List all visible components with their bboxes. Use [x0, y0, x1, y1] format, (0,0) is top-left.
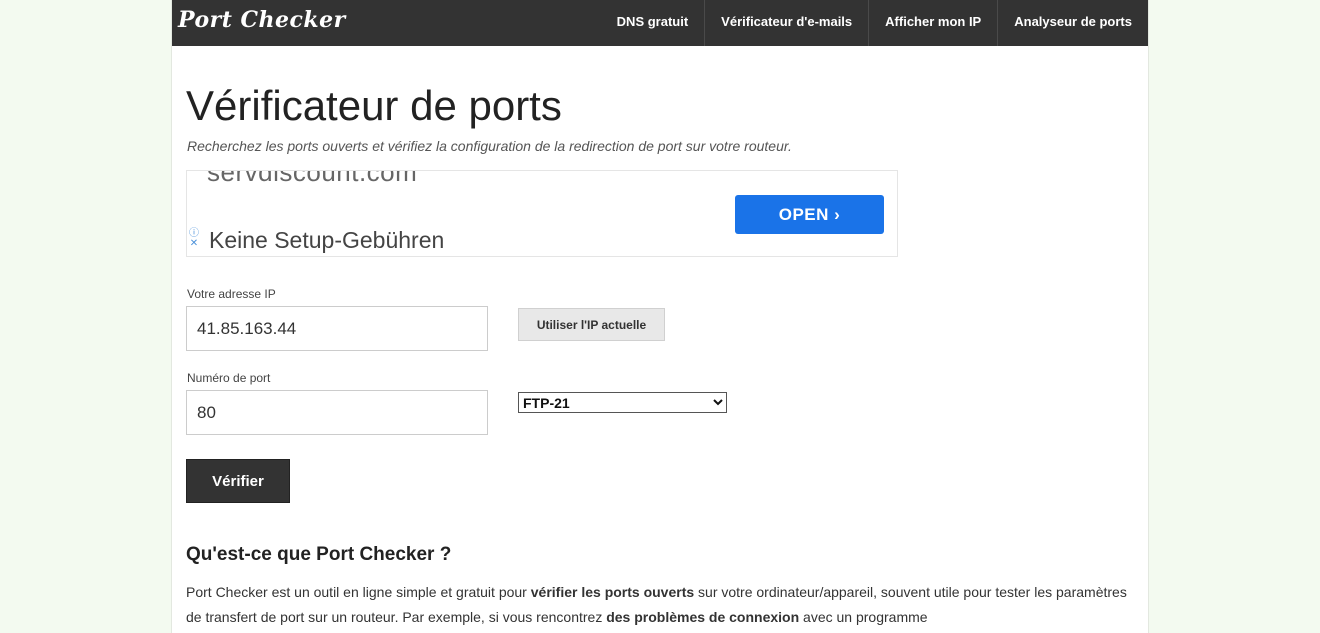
nav-link-port-scanner[interactable]: Analyseur de ports: [997, 0, 1148, 46]
about-paragraph: Port Checker est un outil en ligne simpl…: [186, 580, 1136, 630]
port-number-input[interactable]: [186, 390, 488, 435]
page-subtitle: Recherchez les ports ouverts et vérifiez…: [187, 138, 792, 154]
about-text-3: avec un programme: [799, 609, 928, 625]
ip-address-label: Votre adresse IP: [187, 287, 276, 301]
use-current-ip-button[interactable]: Utiliser l'IP actuelle: [518, 308, 665, 341]
about-strong-open-ports: vérifier les ports ouverts: [530, 584, 695, 600]
ip-address-input[interactable]: [186, 306, 488, 351]
ad-banner[interactable]: servdiscount.com ⓘ ✕ Keine Setup-Gebühre…: [186, 170, 898, 257]
page-title: Vérificateur de ports: [186, 82, 562, 129]
about-heading: Qu'est-ce que Port Checker ?: [186, 544, 452, 565]
page-container: Port Checker DNS gratuit Vérificateur d'…: [171, 0, 1149, 633]
close-icon[interactable]: ✕: [190, 238, 198, 249]
nav-link-email-checker[interactable]: Vérificateur d'e-mails: [704, 0, 868, 46]
about-strong-connection-problems: des problèmes de connexion: [606, 609, 800, 625]
service-port-select[interactable]: FTP-21: [518, 392, 727, 413]
about-text-1: Port Checker est un outil en ligne simpl…: [186, 584, 531, 600]
nav-link-dns-gratuit[interactable]: DNS gratuit: [601, 0, 705, 46]
nav-links: DNS gratuit Vérificateur d'e-mails Affic…: [601, 0, 1148, 46]
top-navigation: Port Checker DNS gratuit Vérificateur d'…: [172, 0, 1148, 46]
nav-link-show-my-ip[interactable]: Afficher mon IP: [868, 0, 997, 46]
port-number-label: Numéro de port: [187, 371, 271, 385]
ad-open-button[interactable]: OPEN ›: [735, 195, 884, 234]
ad-domain: servdiscount.com: [207, 170, 418, 187]
site-logo[interactable]: Port Checker: [178, 7, 346, 33]
check-port-button[interactable]: Vérifier: [186, 459, 290, 503]
ad-headline: Keine Setup-Gebühren: [209, 227, 445, 253]
ad-choices[interactable]: ⓘ ✕: [189, 229, 199, 249]
